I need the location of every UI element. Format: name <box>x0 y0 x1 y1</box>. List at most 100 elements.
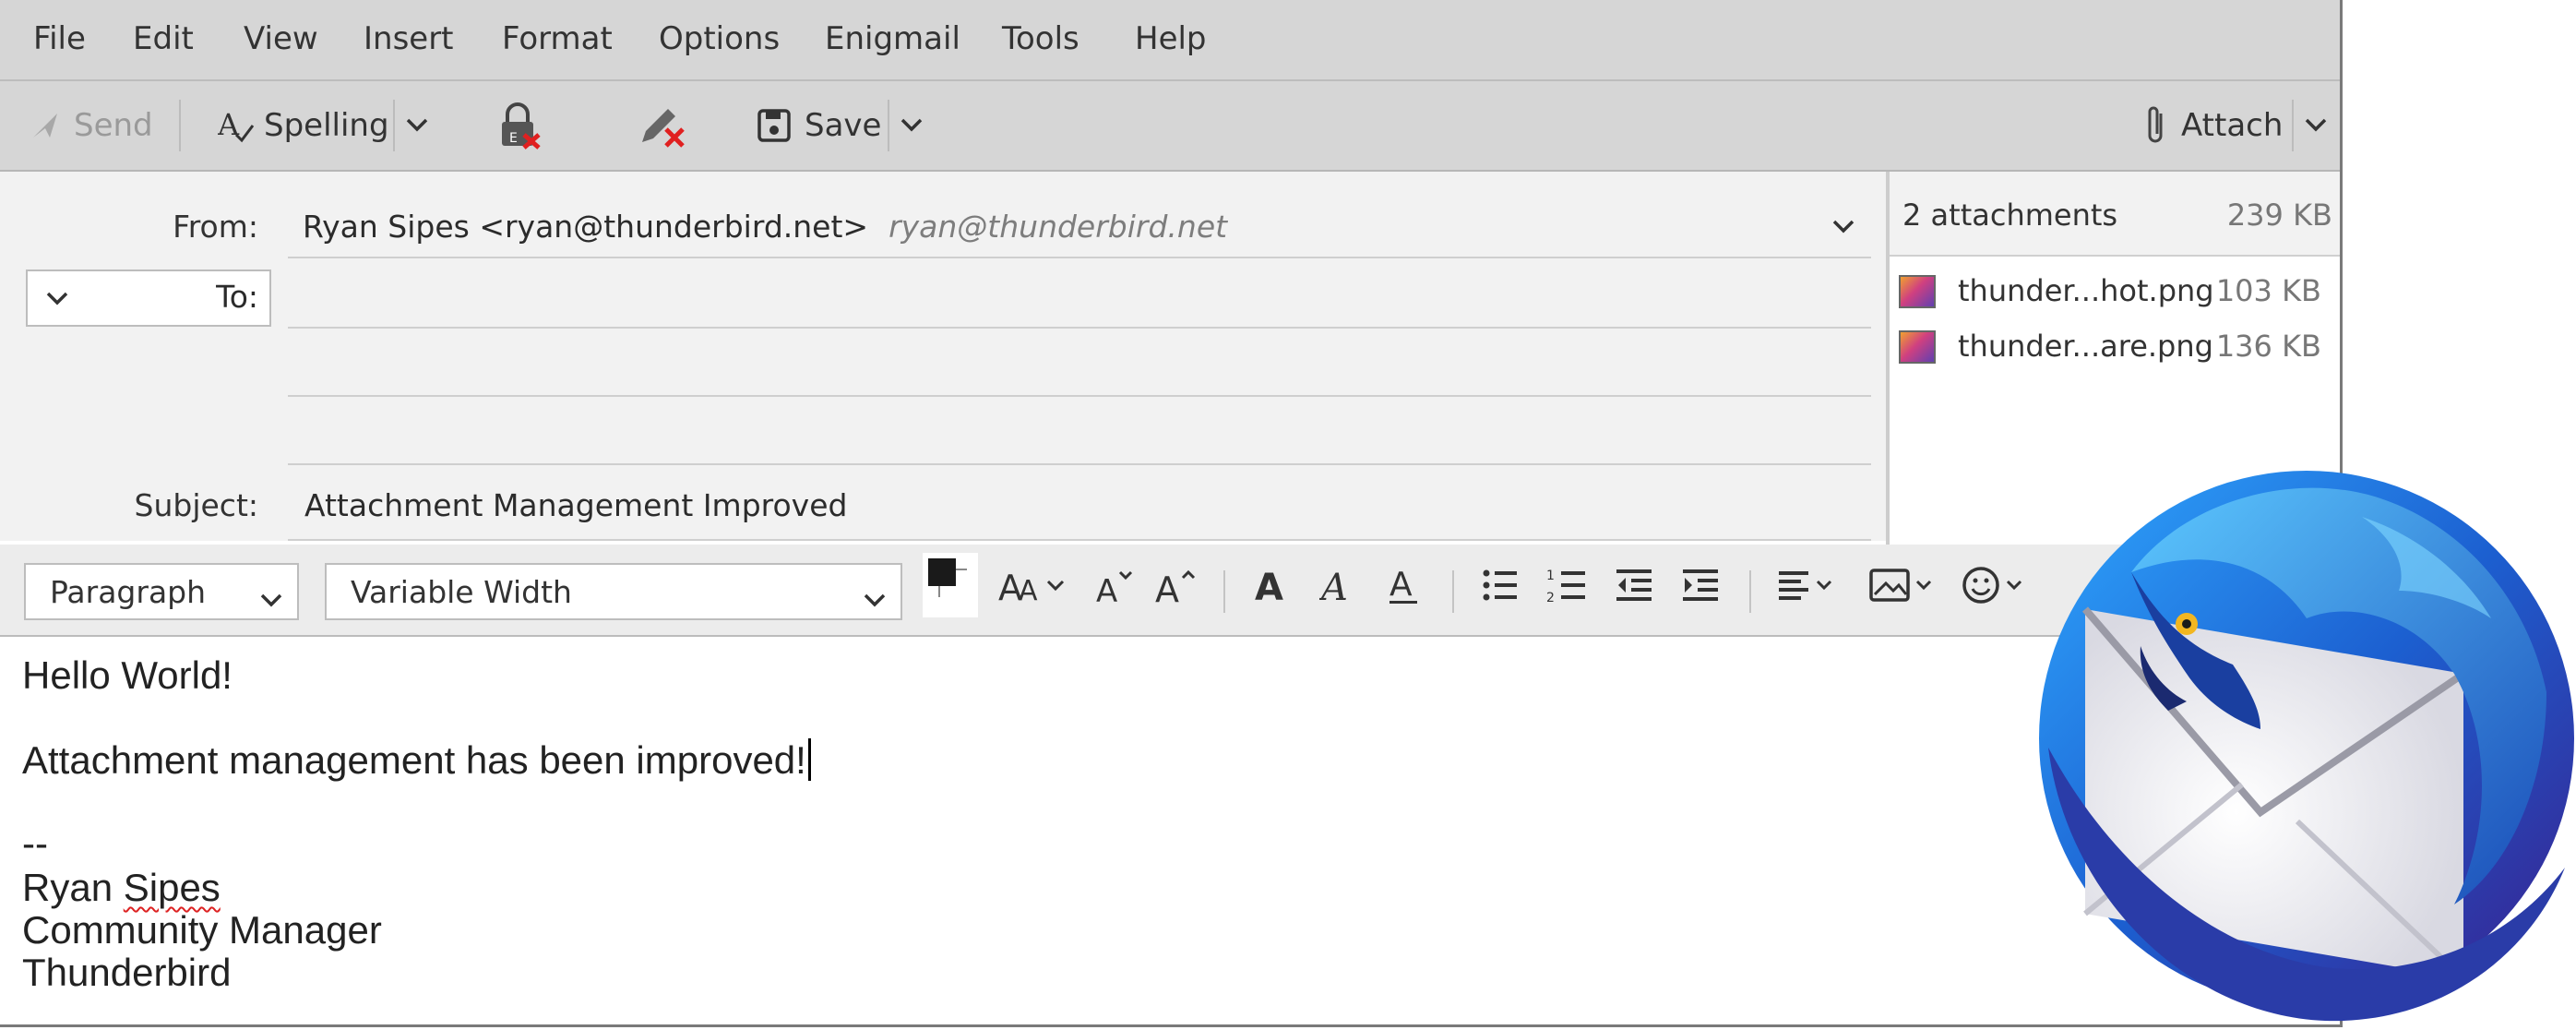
format-separator <box>1749 570 1751 613</box>
menu-format[interactable]: Format <box>502 20 613 57</box>
align-button[interactable] <box>1777 545 1838 635</box>
menu-file[interactable]: File <box>33 20 86 57</box>
font-size-button[interactable]: AA <box>998 545 1068 635</box>
recipient-row-2[interactable] <box>288 330 1871 397</box>
toolbar-separator <box>888 100 889 151</box>
numbered-list-button[interactable]: 12 <box>1546 545 1587 635</box>
font-size-icon: AA <box>998 565 1068 615</box>
insert-button[interactable] <box>1869 545 1938 635</box>
chevron-down-icon <box>862 581 888 617</box>
attachment-count: 2 attachments <box>1902 198 2118 233</box>
text-color-icon <box>923 553 978 627</box>
format-toolbar: Paragraph Variable Width AA A A A A A 1 … <box>0 545 2340 637</box>
from-address: Ryan Sipes <ryan@thunderbird.net> <box>303 209 869 245</box>
body-greeting: Hello World! <box>22 653 233 697</box>
save-button[interactable]: Save <box>757 81 881 170</box>
font-family-select[interactable]: Variable Width <box>325 563 902 620</box>
paragraph-format-select[interactable]: Paragraph <box>24 563 299 620</box>
to-label: To: <box>216 279 258 315</box>
svg-text:A: A <box>1319 567 1348 605</box>
subject-divider <box>288 539 1871 541</box>
send-icon <box>30 110 61 141</box>
bullet-list-icon <box>1482 567 1519 613</box>
toolbar-separator <box>2292 100 2294 151</box>
menu-options[interactable]: Options <box>659 20 780 57</box>
recipient-divider <box>288 395 1871 397</box>
menu-tools[interactable]: Tools <box>1002 20 1079 57</box>
svg-text:A: A <box>1019 575 1038 605</box>
underline-icon: A <box>1386 564 1423 616</box>
bold-icon: A <box>1253 565 1290 615</box>
indent-button[interactable] <box>1681 545 1720 635</box>
attachment-name: thunder...are.png <box>1958 329 2213 364</box>
to-input[interactable] <box>288 264 1871 329</box>
attach-label: Attach <box>2181 107 2284 144</box>
signing-button[interactable] <box>637 81 686 170</box>
recipient-type-select[interactable]: To: <box>26 269 271 327</box>
font-smaller-icon: A <box>1094 565 1135 615</box>
attachment-name: thunder...hot.png <box>1958 273 2214 308</box>
toolbar-separator <box>179 100 181 151</box>
font-larger-icon: A <box>1155 565 1199 615</box>
align-icon <box>1777 567 1838 613</box>
outdent-icon <box>1615 567 1653 613</box>
menu-view[interactable]: View <box>244 20 318 57</box>
svg-text:1: 1 <box>1546 569 1555 583</box>
image-icon <box>1869 567 1938 613</box>
image-file-icon <box>1899 275 1936 308</box>
body-text: Attachment management has been improved! <box>22 738 806 782</box>
increase-font-size-button[interactable]: A <box>1155 545 1199 635</box>
menu-edit[interactable]: Edit <box>133 20 194 57</box>
attachment-item[interactable]: thunder...are.png 136 KB <box>1899 319 2332 371</box>
attachment-header[interactable]: 2 attachments 239 KB <box>1890 172 2340 257</box>
menu-insert[interactable]: Insert <box>364 20 454 57</box>
spelling-dropdown[interactable] <box>404 81 430 170</box>
svg-text:A: A <box>1255 567 1283 605</box>
underline-button[interactable]: A <box>1386 545 1423 635</box>
italic-icon: A <box>1318 565 1356 615</box>
signature-first-name: Ryan <box>22 866 113 909</box>
send-button[interactable]: Send <box>30 81 153 170</box>
emoji-button[interactable] <box>1962 545 2030 635</box>
to-divider <box>288 327 1871 329</box>
chevron-down-icon <box>44 290 70 312</box>
numbered-list-icon: 12 <box>1546 567 1587 613</box>
pen-icon <box>637 102 686 150</box>
text-color-button[interactable] <box>923 545 978 635</box>
attachment-item[interactable]: thunder...hot.png 103 KB <box>1899 264 2332 316</box>
svg-text:A: A <box>1389 566 1413 604</box>
bullet-list-button[interactable] <box>1482 545 1519 635</box>
attachment-size: 103 KB <box>2215 273 2321 308</box>
from-label: From: <box>173 209 258 245</box>
save-dropdown[interactable] <box>899 81 924 170</box>
attach-dropdown[interactable] <box>2303 81 2329 170</box>
indent-icon <box>1681 567 1720 613</box>
paperclip-icon <box>2144 104 2168 147</box>
chevron-down-icon <box>1831 218 1856 240</box>
compose-toolbar: Send A Spelling E Save Attach <box>0 81 2340 172</box>
lock-icon: E <box>496 102 543 150</box>
signature-name: Ryan Sipes <box>22 866 221 910</box>
recipient-row-3[interactable] <box>288 399 1871 465</box>
menu-enigmail[interactable]: Enigmail <box>825 20 960 57</box>
bold-button[interactable]: A <box>1253 545 1290 635</box>
send-label: Send <box>74 107 153 144</box>
chevron-down-icon <box>899 116 924 135</box>
spelling-label: Spelling <box>264 107 389 144</box>
italic-button[interactable]: A <box>1318 545 1356 635</box>
menu-help[interactable]: Help <box>1135 20 1207 57</box>
subject-label: Subject: <box>134 487 258 523</box>
security-button[interactable]: E <box>496 81 543 170</box>
spelling-button[interactable]: A Spelling <box>218 81 389 170</box>
compose-window: File Edit View Insert Format Options Eni… <box>0 0 2343 1027</box>
attachment-size: 136 KB <box>2215 329 2321 364</box>
subject-input[interactable]: Attachment Management Improved <box>304 487 847 523</box>
recipient-divider <box>288 463 1871 465</box>
outdent-button[interactable] <box>1615 545 1653 635</box>
compose-header: From: Ryan Sipes <ryan@thunderbird.net> r… <box>0 172 2340 545</box>
paragraph-format-value: Paragraph <box>50 574 207 610</box>
decrease-font-size-button[interactable]: A <box>1094 545 1135 635</box>
attach-button[interactable]: Attach <box>2144 81 2283 170</box>
emoji-icon <box>1962 565 2030 615</box>
message-body-editor[interactable]: Hello World! Attachment management has b… <box>0 637 2340 1024</box>
